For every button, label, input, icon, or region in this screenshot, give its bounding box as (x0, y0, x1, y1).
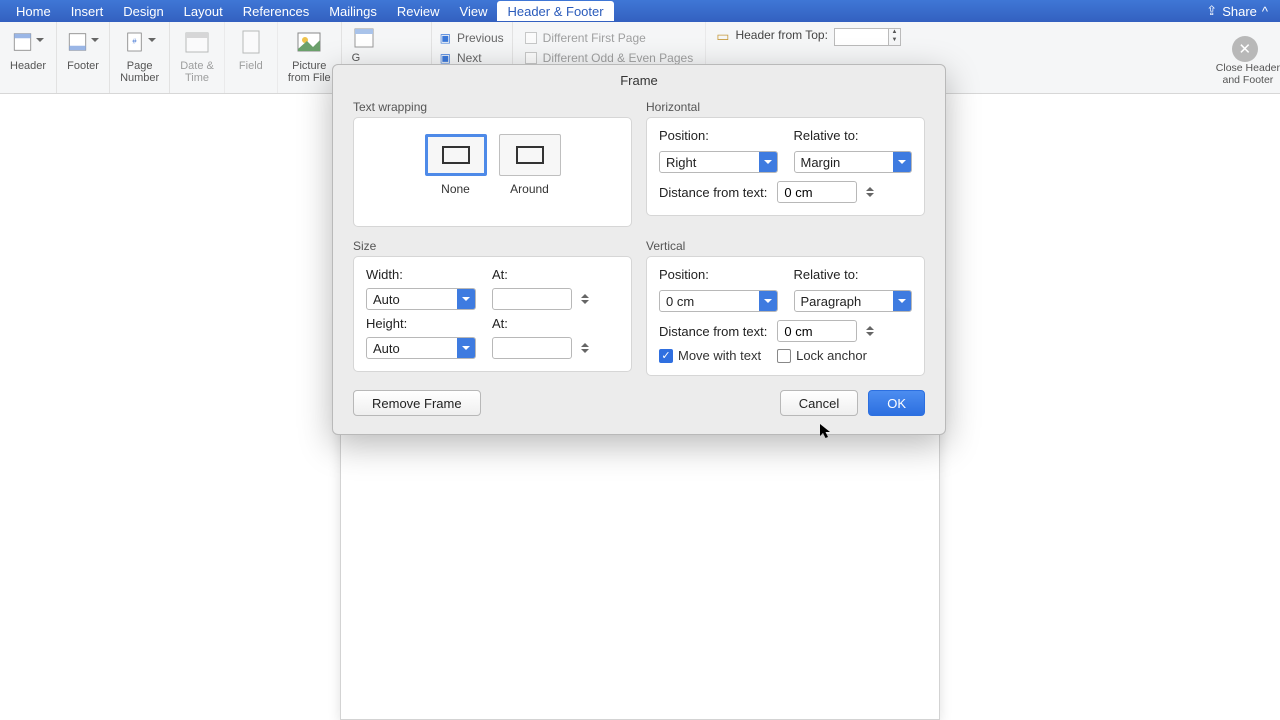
page-number-icon: # (124, 26, 156, 58)
v-distance-stepper[interactable] (863, 320, 877, 342)
field-icon (235, 26, 267, 58)
height-at-label: At: (492, 316, 619, 331)
share-label: Share (1222, 4, 1257, 19)
tab-home[interactable]: Home (6, 1, 61, 21)
horizontal-label: Horizontal (646, 100, 925, 114)
header-icon (12, 26, 44, 58)
tab-mailings[interactable]: Mailings (319, 1, 387, 21)
h-relative-label: Relative to: (794, 128, 913, 143)
ribbon-field[interactable]: Field (225, 22, 278, 93)
ribbon-header[interactable]: Header (0, 22, 57, 93)
width-at-label: At: (492, 267, 619, 282)
collapse-ribbon-icon[interactable]: ^ (1262, 4, 1268, 19)
text-wrapping-label: Text wrapping (353, 100, 632, 114)
h-distance-stepper[interactable] (863, 181, 877, 203)
header-from-top-label: Header from Top: (735, 28, 828, 42)
v-distance-label: Distance from text: (659, 324, 767, 339)
chevron-down-icon (457, 289, 475, 309)
stepper-arrows[interactable]: ▲▼ (889, 28, 901, 46)
checkbox-icon (525, 52, 537, 64)
ok-button[interactable]: OK (868, 390, 925, 416)
size-label: Size (353, 239, 632, 253)
width-label: Width: (366, 267, 476, 282)
ribbon-date-time[interactable]: Date & Time (170, 22, 225, 93)
v-distance-input[interactable] (777, 320, 857, 342)
checkbox-icon (525, 32, 537, 44)
height-at-input[interactable] (492, 337, 572, 359)
chevron-down-icon (759, 152, 777, 172)
h-distance-input[interactable] (777, 181, 857, 203)
height-label: Height: (366, 316, 476, 331)
tab-references[interactable]: References (233, 1, 319, 21)
ribbon-previous[interactable]: ▣ Previous (440, 28, 504, 48)
h-distance-label: Distance from text: (659, 185, 767, 200)
vertical-label: Vertical (646, 239, 925, 253)
ribbon-footer[interactable]: Footer (57, 22, 110, 93)
remove-frame-button[interactable]: Remove Frame (353, 390, 481, 416)
v-relative-label: Relative to: (794, 267, 913, 282)
h-position-combo[interactable]: Right (659, 151, 778, 173)
chevron-down-icon (893, 291, 911, 311)
tab-review[interactable]: Review (387, 1, 450, 21)
share-button[interactable]: ⇪ Share ^ (1206, 3, 1274, 19)
h-relative-combo[interactable]: Margin (794, 151, 913, 173)
menu-tabbar: Home Insert Design Layout References Mai… (0, 0, 1280, 22)
tab-design[interactable]: Design (113, 1, 173, 21)
checkbox-icon (777, 349, 791, 363)
v-relative-combo[interactable]: Paragraph (794, 290, 913, 312)
picture-icon (293, 26, 325, 58)
tab-insert[interactable]: Insert (61, 1, 114, 21)
share-icon: ⇪ (1206, 3, 1217, 19)
tab-layout[interactable]: Layout (174, 1, 233, 21)
tab-view[interactable]: View (450, 1, 498, 21)
width-at-input[interactable] (492, 288, 572, 310)
v-position-label: Position: (659, 267, 778, 282)
lock-anchor-checkbox[interactable]: Lock anchor (777, 348, 867, 363)
width-at-stepper[interactable] (578, 288, 592, 310)
wrap-none-icon (425, 134, 487, 176)
close-header-footer-icon[interactable]: ✕ (1232, 36, 1258, 62)
mouse-cursor-icon (820, 424, 832, 440)
chevron-down-icon (893, 152, 911, 172)
height-at-stepper[interactable] (578, 337, 592, 359)
goto-header-icon[interactable] (352, 26, 376, 50)
tab-header-footer[interactable]: Header & Footer (497, 1, 613, 21)
close-header-footer-label: Close Header and Footer (1216, 62, 1280, 86)
chevron-down-icon (457, 338, 475, 358)
checkbox-checked-icon: ✓ (659, 349, 673, 363)
previous-icon: ▣ (440, 31, 451, 45)
wrap-none-option[interactable]: None (425, 134, 487, 196)
footer-icon (67, 26, 99, 58)
date-time-icon (181, 26, 213, 58)
header-from-top-input[interactable]: ▲▼ (834, 28, 901, 46)
dialog-title: Frame (333, 65, 945, 94)
move-with-text-checkbox[interactable]: ✓ Move with text (659, 348, 761, 363)
wrap-around-icon (499, 134, 561, 176)
chevron-down-icon (759, 291, 777, 311)
ribbon-page-number[interactable]: # Page Number (110, 22, 170, 93)
header-from-top-icon: ▭ (716, 28, 729, 45)
wrap-around-option[interactable]: Around (499, 134, 561, 196)
frame-dialog: Frame Text wrapping None Around (332, 64, 946, 435)
ribbon-diff-first-page[interactable]: Different First Page (525, 28, 694, 48)
v-position-combo[interactable]: 0 cm (659, 290, 778, 312)
width-combo[interactable]: Auto (366, 288, 476, 310)
height-combo[interactable]: Auto (366, 337, 476, 359)
cancel-button[interactable]: Cancel (780, 390, 858, 416)
h-position-label: Position: (659, 128, 778, 143)
next-icon: ▣ (440, 51, 451, 65)
